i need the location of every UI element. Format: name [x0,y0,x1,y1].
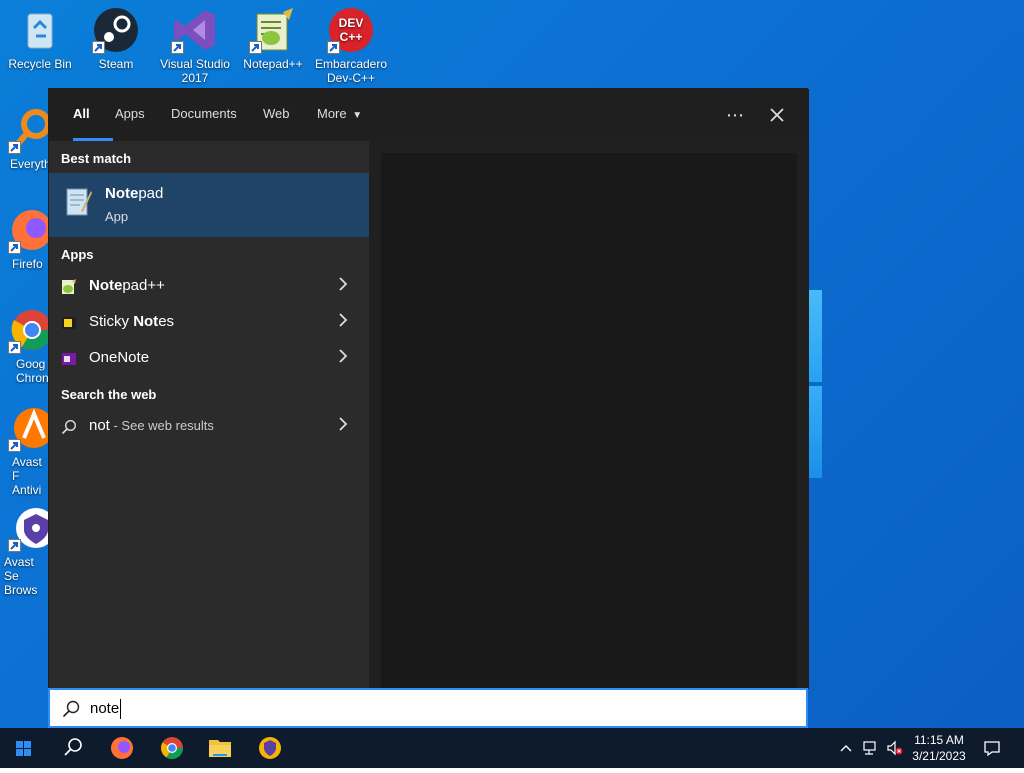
network-icon[interactable] [862,740,880,759]
shortcut-arrow-icon [249,41,262,54]
desktop-icon-steam[interactable]: Steam [76,0,156,71]
shortcut-arrow-icon [171,41,184,54]
desktop-icon-label: Goog Chron [16,357,49,385]
result-label: Sticky Notes [89,313,174,330]
result-label: OneNote [89,349,150,366]
desktop-icon-recycle-bin[interactable]: Recycle Bin [0,0,80,71]
result-sticky-notes[interactable]: Sticky Notes [49,305,369,341]
results-list: Best match Notepad App Apps Notepad++ St… [49,141,369,689]
visual-studio-icon [171,6,219,54]
match-pre: Sticky [89,313,134,330]
caret-down-icon: ▼ [352,110,363,121]
match-highlight: Note [105,185,139,202]
wallpaper-light [808,290,822,382]
desktop-icon-label: Steam [98,57,134,71]
taskbar-file-explorer-icon[interactable] [196,728,244,768]
match-rest: pad++ [122,277,165,294]
search-web-header: Search the web [61,387,157,402]
chevron-right-icon[interactable] [337,416,349,437]
shortcut-arrow-icon [8,539,21,552]
notepad-plus-plus-icon [249,6,297,54]
clock[interactable]: 11:15 AM 3/21/2023 [905,732,973,764]
volume-muted-icon[interactable] [886,740,904,759]
best-match-header: Best match [61,151,132,166]
taskbar: 11:15 AM 3/21/2023 [0,728,1024,768]
wallpaper-light [808,386,822,478]
svg-text:DEV: DEV [339,16,364,30]
notepad-plus-plus-icon [61,279,77,295]
notifications-icon[interactable] [983,739,1001,760]
recycle-bin-icon [16,6,64,54]
tab-apps[interactable]: Apps [103,89,157,141]
chevron-right-icon[interactable] [337,276,349,297]
tab-label: Web [263,106,290,121]
show-hidden-icons-icon[interactable] [838,740,854,759]
preview-content [381,153,797,689]
tab-label: More [317,106,347,121]
desktop-icon-label: Avast Se Brows [4,555,38,597]
tab-label: Documents [171,106,237,121]
result-onenote[interactable]: OneNote [49,341,369,377]
notepad-icon [61,185,93,217]
best-match-title: Notepad [105,185,163,202]
shortcut-arrow-icon [8,141,21,154]
tab-all[interactable]: All [61,89,113,141]
web-hint: - See web results [109,418,214,433]
preview-pane [369,141,809,689]
more-options-icon[interactable]: ⋯ [723,103,747,127]
shortcut-arrow-icon [92,41,105,54]
best-match-notepad[interactable]: Notepad App [49,173,369,237]
tab-label: All [73,106,90,121]
steam-icon [92,6,140,54]
taskbar-chrome-icon[interactable] [148,728,196,768]
shortcut-arrow-icon [8,241,21,254]
desktop-icon-label: Recycle Bin [8,57,72,71]
desktop-icon-devcpp[interactable]: DEV C++ Embarcadero Dev-C++ [311,0,391,85]
chevron-right-icon[interactable] [337,348,349,369]
result-notepad-plus-plus[interactable]: Notepad++ [49,269,369,305]
taskbar-avast-browser-icon[interactable] [246,728,294,768]
start-button[interactable] [0,728,48,768]
tab-label: Apps [115,106,145,121]
result-web-search[interactable]: not - See web results [49,409,369,445]
desktop-icon-visual-studio[interactable]: Visual Studio 2017 [155,0,235,85]
desktop-icon-label: Notepad++ [243,57,303,71]
sticky-notes-icon [61,315,77,331]
shortcut-arrow-icon [8,341,21,354]
match-highlight: Note [89,277,123,294]
shortcut-arrow-icon [327,41,340,54]
desktop-icon-notepad-plus-plus[interactable]: Notepad++ [233,0,313,71]
clock-time: 11:15 AM [914,733,964,747]
result-label: not - See web results [89,417,214,434]
onenote-icon [61,351,77,367]
search-tabs: All Apps Documents Web More ▼ ⋯ [49,89,809,141]
taskbar-search-button[interactable] [48,728,96,768]
search-icon [61,419,77,435]
apps-header: Apps [61,247,94,262]
devcpp-icon: DEV C++ [327,6,375,54]
tab-documents[interactable]: Documents [159,89,249,141]
desktop-icon-label: Visual Studio 2017 [160,57,230,85]
desktop-icon-label: Embarcadero Dev-C++ [314,57,388,85]
desktop-icon-label: Avast F Antivi [12,455,42,497]
chevron-right-icon[interactable] [337,312,349,333]
best-match-subtitle: App [105,209,129,224]
svg-text:C++: C++ [340,30,363,44]
shortcut-arrow-icon [8,439,21,452]
result-label: Notepad++ [89,277,165,294]
search-box[interactable]: note [48,688,808,728]
taskbar-firefox-icon[interactable] [98,728,146,768]
search-input[interactable]: note [90,699,122,719]
web-query: not [89,417,110,434]
clock-date: 3/21/2023 [912,749,966,763]
search-icon [62,700,80,718]
tab-web[interactable]: Web [251,89,302,141]
match-rest: es [158,313,175,330]
match-rest: pad [138,185,164,202]
close-icon[interactable] [765,103,789,127]
match-highlight: Not [133,313,159,330]
search-panel: All Apps Documents Web More ▼ ⋯ Best mat… [48,88,809,689]
tab-more[interactable]: More ▼ [305,89,374,141]
